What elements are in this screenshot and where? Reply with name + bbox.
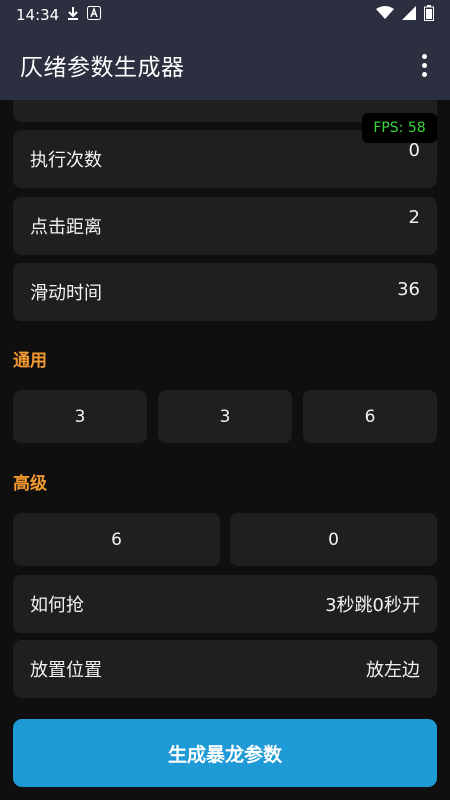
general-value-2[interactable]: 3 xyxy=(158,390,292,443)
general-value-3[interactable]: 6 xyxy=(303,390,437,443)
wifi-icon xyxy=(376,6,394,24)
section-title-advanced: 高级 xyxy=(13,474,47,494)
cell-signal-icon xyxy=(402,6,416,24)
overflow-menu-icon[interactable] xyxy=(412,45,436,85)
status-time: 14:34 xyxy=(16,6,60,24)
advanced-value-1[interactable]: 6 xyxy=(13,513,220,566)
row-label: 滑动时间 xyxy=(30,283,102,304)
app-bar: 仄绪参数生成器 xyxy=(0,30,450,100)
row-label: 如何抢 xyxy=(30,595,84,616)
generate-params-button[interactable]: 生成暴龙参数 xyxy=(13,719,437,787)
row-value: 放左边 xyxy=(366,660,420,681)
row-value: 3秒跳0秒开 xyxy=(325,595,420,616)
row-label: 放置位置 xyxy=(30,660,102,681)
section-title-general: 通用 xyxy=(13,351,47,371)
status-right xyxy=(376,5,434,25)
settings-row-swipe-time[interactable]: 滑动时间 36 xyxy=(13,263,437,321)
row-label: 点击距离 xyxy=(30,217,102,238)
app-title: 仄绪参数生成器 xyxy=(20,55,185,81)
settings-list[interactable]: 执行次数 0 点击距离 2 滑动时间 36 通用 3 3 6 高级 6 0 如何… xyxy=(0,100,450,800)
settings-row-placement[interactable]: 放置位置 放左边 xyxy=(13,640,437,698)
advanced-value-2[interactable]: 0 xyxy=(230,513,437,566)
status-left: 14:34 xyxy=(16,6,102,24)
row-value: 36 xyxy=(397,278,420,300)
settings-row-click-distance[interactable]: 点击距离 2 xyxy=(13,197,437,255)
status-bar: 14:34 xyxy=(0,0,450,30)
battery-icon xyxy=(424,5,434,25)
general-value-1[interactable]: 3 xyxy=(13,390,147,443)
download-icon xyxy=(67,6,79,24)
fps-overlay: FPS: 58 xyxy=(362,113,437,143)
app-notification-icon xyxy=(87,6,102,24)
row-label: 执行次数 xyxy=(30,150,102,171)
row-value: 2 xyxy=(408,206,420,228)
settings-row-how-to-grab[interactable]: 如何抢 3秒跳0秒开 xyxy=(13,575,437,633)
